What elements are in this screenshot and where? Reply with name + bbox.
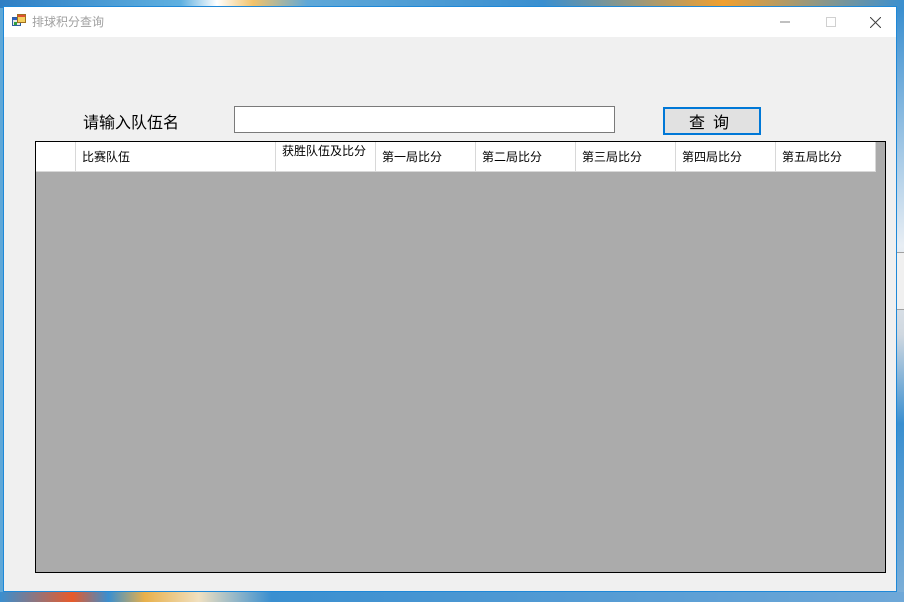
- results-grid[interactable]: 比赛队伍 获胜队伍及比分 第一局比分 第二局比分 第三局比分 第四局比分 第五局…: [35, 141, 886, 573]
- grid-header-row: 比赛队伍 获胜队伍及比分 第一局比分 第二局比分 第三局比分 第四局比分 第五局…: [36, 142, 876, 172]
- window-title: 排球积分查询: [32, 15, 105, 29]
- desktop-background-right: [896, 8, 904, 602]
- maximize-button[interactable]: [808, 7, 854, 37]
- team-name-label: 请输入队伍名: [83, 113, 180, 132]
- background-window-edge: [896, 252, 904, 310]
- column-header-set5-score[interactable]: 第五局比分: [776, 142, 876, 172]
- row-header-corner[interactable]: [36, 142, 76, 172]
- column-header-set4-score[interactable]: 第四局比分: [676, 142, 776, 172]
- column-header-match-teams[interactable]: 比赛队伍: [76, 142, 276, 172]
- query-button[interactable]: 查询: [663, 107, 761, 135]
- maximize-icon: [826, 17, 836, 27]
- column-header-set2-score[interactable]: 第二局比分: [476, 142, 576, 172]
- team-name-input[interactable]: [234, 106, 615, 133]
- close-button[interactable]: [852, 7, 898, 37]
- column-header-set1-score[interactable]: 第一局比分: [376, 142, 476, 172]
- column-header-winner-score[interactable]: 获胜队伍及比分: [276, 142, 376, 172]
- desktop-background-bottom: [0, 592, 904, 602]
- main-window: 排球积分查询 请输入队伍名 查询 比赛队伍 获胜队伍及比分 第一局比分 第二局比: [3, 6, 897, 592]
- column-header-set3-score[interactable]: 第三局比分: [576, 142, 676, 172]
- title-bar[interactable]: 排球积分查询: [4, 7, 896, 37]
- minimize-button[interactable]: [762, 7, 808, 37]
- close-icon: [869, 16, 881, 28]
- app-window-icon: [12, 14, 26, 26]
- minimize-icon: [780, 21, 790, 23]
